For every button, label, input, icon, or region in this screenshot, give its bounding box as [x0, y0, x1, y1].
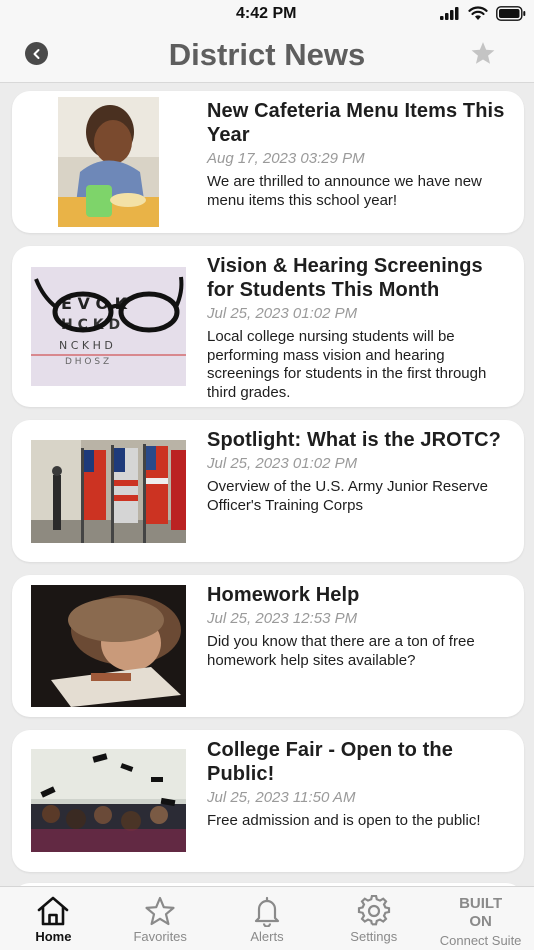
gear-icon — [357, 895, 390, 926]
built-on-line-2: ON — [469, 913, 492, 930]
home-icon — [38, 896, 69, 926]
tab-label: Connect Suite — [439, 933, 522, 948]
news-thumbnail: E V O K H C K D N C K H D D H O S Z — [31, 267, 186, 386]
tab-home[interactable]: Home — [0, 887, 107, 950]
news-thumbnail — [31, 749, 186, 852]
news-description: Overview of the U.S. Army Junior Reserve… — [207, 478, 488, 514]
tab-alerts[interactable]: Alerts — [214, 887, 321, 950]
status-icons — [440, 6, 526, 21]
news-card[interactable]: Homework Help Jul 25, 2023 12:53 PM Did … — [12, 575, 524, 717]
tab-label: Favorites — [133, 929, 187, 944]
status-time: 4:42 PM — [236, 5, 297, 22]
built-on-line-1: BUILT — [459, 895, 503, 912]
news-card[interactable]: New Cafeteria Menu Items This Year Aug 1… — [12, 91, 524, 233]
star-icon — [145, 896, 175, 926]
page-title: District News — [168, 37, 366, 72]
news-title: Vision & Hearing Screenings for Students… — [207, 255, 483, 301]
tab-connect-suite[interactable]: BUILT ON Connect Suite — [427, 887, 534, 950]
svg-text:D H O S Z: D H O S Z — [65, 357, 109, 367]
svg-text:N C K H D: N C K H D — [59, 339, 113, 352]
news-thumbnail — [58, 97, 159, 227]
tab-settings[interactable]: Settings — [320, 887, 427, 950]
news-card[interactable]: College Fair - Open to the Public! Jul 2… — [12, 730, 524, 872]
news-feed[interactable]: New Cafeteria Menu Items This Year Aug 1… — [0, 83, 534, 886]
news-date: Jul 25, 2023 01:02 PM — [207, 455, 358, 472]
battery-icon — [496, 6, 526, 21]
news-card[interactable]: E V O K H C K D N C K H D D H O S Z Visi… — [12, 246, 524, 407]
news-description: Did you know that there are a ton of fre… — [207, 633, 475, 669]
news-title: Spotlight: What is the JROTC? — [207, 429, 501, 451]
news-thumbnail — [31, 585, 186, 707]
star-icon — [471, 42, 495, 64]
news-date: Aug 17, 2023 03:29 PM — [207, 150, 365, 167]
tab-label: Alerts — [250, 929, 284, 944]
news-date: Jul 25, 2023 12:53 PM — [207, 610, 358, 627]
navigation-bar: District News — [0, 30, 534, 83]
tab-label: Settings — [350, 929, 398, 944]
wifi-icon — [468, 6, 488, 20]
tab-bar: Home Favorites Alerts Settings BUILT ON — [0, 886, 534, 950]
news-date: Jul 25, 2023 11:50 AM — [207, 789, 356, 806]
news-thumbnail — [31, 440, 186, 543]
bell-icon — [254, 896, 280, 927]
favorite-button[interactable] — [470, 41, 496, 71]
news-description: Free admission and is open to the public… — [207, 812, 481, 829]
cellular-signal-icon — [440, 7, 459, 20]
built-on-logo: BUILT ON — [459, 895, 502, 931]
news-title: College Fair - Open to the Public! — [207, 739, 453, 785]
news-description: Local college nursing students will be p… — [207, 328, 487, 401]
news-card[interactable]: Spotlight: What is the JROTC? Jul 25, 20… — [12, 420, 524, 562]
status-bar: 4:42 PM — [0, 0, 534, 30]
news-title: New Cafeteria Menu Items This Year — [207, 100, 505, 146]
tab-label: Home — [35, 929, 72, 944]
news-title: Homework Help — [207, 584, 360, 606]
news-date: Jul 25, 2023 01:02 PM — [207, 305, 358, 322]
tab-favorites[interactable]: Favorites — [107, 887, 214, 950]
news-description: We are thrilled to announce we have new … — [207, 173, 482, 209]
